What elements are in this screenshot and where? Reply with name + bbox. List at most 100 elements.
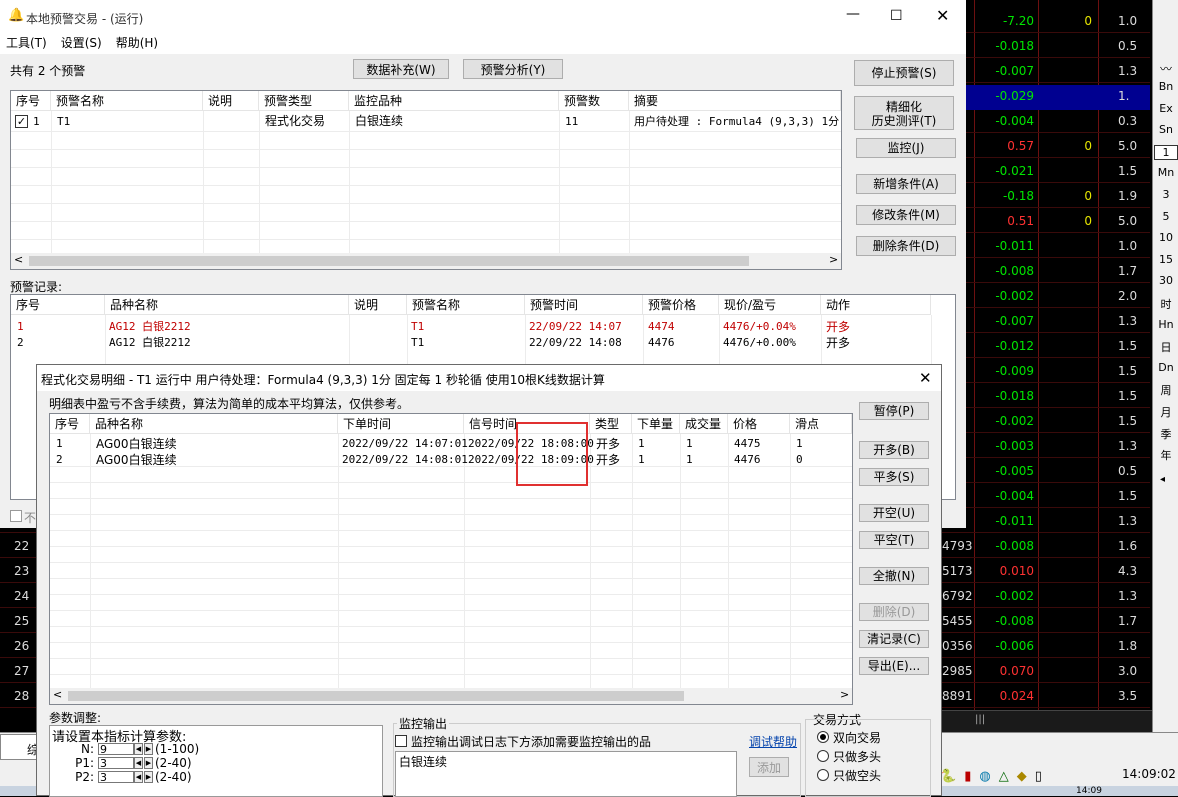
col-header[interactable]: 价格	[728, 414, 790, 434]
menu-settings[interactable]: 设置(S)	[61, 34, 102, 54]
param-input[interactable]: 3	[98, 757, 134, 769]
clear-records-button[interactable]: 清记录(C)	[859, 630, 929, 648]
database-icon[interactable]: ▮	[964, 769, 971, 784]
maximize-icon[interactable]: ☐	[890, 8, 903, 24]
period-button[interactable]: Hn	[1154, 318, 1178, 331]
period-button[interactable]: Sn	[1154, 123, 1178, 136]
period-button[interactable]: 3	[1154, 188, 1178, 201]
globe-icon[interactable]: ◍	[979, 769, 990, 784]
data-supplement-button[interactable]: 数据补充(W)	[353, 59, 449, 79]
horizontal-scrollbar[interactable]: < >	[11, 253, 841, 269]
scroll-thumb[interactable]	[68, 691, 684, 701]
col-header[interactable]: 序号	[11, 295, 105, 315]
bg-scroll-thumb[interactable]: |||	[975, 714, 1005, 728]
collapse-icon[interactable]: ◂	[1160, 474, 1165, 485]
add-button[interactable]: 添加	[749, 757, 789, 777]
col-header[interactable]: 下单量	[632, 414, 680, 434]
col-header[interactable]: 现价/盈亏	[719, 295, 821, 315]
menu-help[interactable]: 帮助(H)	[116, 34, 158, 54]
minimize-icon[interactable]: —	[846, 6, 860, 22]
col-header[interactable]: 序号	[11, 91, 51, 111]
add-condition-button[interactable]: 新增条件(A)	[856, 174, 956, 194]
param-input[interactable]: 3	[98, 771, 134, 783]
cancel-all-button[interactable]: 全撤(N)	[859, 567, 929, 585]
close-short-button[interactable]: 平空(T)	[859, 531, 929, 549]
col-header[interactable]: 成交量	[680, 414, 728, 434]
col-header[interactable]: 摘要	[629, 91, 841, 111]
col-header[interactable]: 下单时间	[338, 414, 464, 434]
col-header[interactable]: 品种名称	[105, 295, 349, 315]
period-button[interactable]: 时	[1154, 296, 1178, 312]
period-button[interactable]: Dn	[1154, 361, 1178, 374]
scroll-thumb[interactable]	[29, 256, 749, 266]
python-icon[interactable]: 🐍	[940, 769, 956, 784]
col-header[interactable]: 预警名称	[51, 91, 203, 111]
col-header[interactable]: 预警名称	[407, 295, 525, 315]
decrement-icon[interactable]: ◀	[134, 757, 143, 769]
period-button[interactable]: 周	[1154, 382, 1178, 398]
menu-tools[interactable]: 工具(T)	[6, 34, 47, 54]
period-button[interactable]: 日	[1154, 339, 1178, 355]
col-header[interactable]: 预警数	[559, 91, 629, 111]
bell-icon[interactable]: △	[999, 769, 1009, 784]
stop-alert-button[interactable]: 停止预警(S)	[854, 60, 954, 86]
col-header[interactable]: 预警价格	[643, 295, 719, 315]
period-button[interactable]: 5	[1154, 210, 1178, 223]
checkbox[interactable]	[10, 510, 22, 522]
close-long-button[interactable]: 平多(S)	[859, 468, 929, 486]
table-row[interactable]: ✓ 1 T1 程式化交易 白银连续 11 用户待处理 : Formula4 (9…	[11, 113, 841, 131]
scroll-left-icon[interactable]: <	[53, 688, 62, 701]
radio-button[interactable]	[817, 750, 829, 762]
refined-backtest-button[interactable]: 精细化 历史测评(T)	[854, 96, 954, 130]
period-button[interactable]: Bn	[1154, 80, 1178, 93]
col-header[interactable]: 序号	[50, 414, 90, 434]
radio-button[interactable]	[817, 731, 829, 743]
table-row[interactable]: 2 AG12 白银2212 T1 22/09/22 14:08 4476 4476/+0.…	[11, 335, 955, 351]
col-header[interactable]: 说明	[203, 91, 259, 111]
scroll-right-icon[interactable]: >	[840, 688, 849, 701]
line-chart-icon[interactable]: 〰	[1160, 60, 1172, 77]
period-button[interactable]: 年	[1154, 447, 1178, 463]
monitor-button[interactable]: 监控(J)	[856, 138, 956, 158]
table-row[interactable]: 1 AG00白银连续 2022/09/22 14:07:01 2022/09/22 1…	[50, 436, 852, 452]
decrement-icon[interactable]: ◀	[134, 743, 143, 755]
monitor-checkbox[interactable]	[395, 735, 407, 747]
horizontal-scrollbar[interactable]: < >	[50, 688, 852, 704]
period-button[interactable]: 季	[1154, 426, 1178, 442]
alert-analysis-button[interactable]: 预警分析(Y)	[463, 59, 563, 79]
period-button[interactable]: Ex	[1154, 102, 1178, 115]
col-header[interactable]: 类型	[590, 414, 632, 434]
col-header[interactable]: 说明	[349, 295, 407, 315]
open-long-button[interactable]: 开多(B)	[859, 441, 929, 459]
table-row[interactable]: 2 AG00白银连续 2022/09/22 14:08:01 2022/09/22 1…	[50, 452, 852, 468]
open-short-button[interactable]: 开空(U)	[859, 504, 929, 522]
increment-icon[interactable]: ▶	[144, 771, 153, 783]
pause-button[interactable]: 暂停(P)	[859, 402, 929, 420]
monitor-input[interactable]: 白银连续	[395, 751, 737, 797]
increment-icon[interactable]: ▶	[144, 757, 153, 769]
col-header[interactable]: 监控品种	[349, 91, 559, 111]
param-input[interactable]: 9	[98, 743, 134, 755]
period-button[interactable]: 10	[1154, 231, 1178, 244]
export-button[interactable]: 导出(E)...	[859, 657, 929, 675]
col-header[interactable]: 动作	[821, 295, 931, 315]
decrement-icon[interactable]: ◀	[134, 771, 143, 783]
edit-condition-button[interactable]: 修改条件(M)	[856, 205, 956, 225]
period-button[interactable]: 30	[1154, 274, 1178, 287]
close-icon[interactable]: ✕	[936, 6, 949, 25]
col-header[interactable]: 预警类型	[259, 91, 349, 111]
document-icon[interactable]: ▯	[1035, 769, 1042, 784]
increment-icon[interactable]: ▶	[144, 743, 153, 755]
col-header[interactable]: 品种名称	[90, 414, 338, 434]
row-checkbox[interactable]: ✓	[15, 115, 28, 128]
radio-button[interactable]	[817, 769, 829, 781]
period-button[interactable]: 15	[1154, 253, 1178, 266]
col-header[interactable]: 滑点	[790, 414, 852, 434]
close-icon[interactable]: ✕	[919, 369, 932, 387]
scroll-right-icon[interactable]: >	[829, 253, 838, 266]
period-button[interactable]: 1	[1154, 144, 1178, 160]
ticket-icon[interactable]: ◆	[1017, 769, 1027, 784]
col-header[interactable]: 预警时间	[525, 295, 643, 315]
period-button[interactable]: 月	[1154, 404, 1178, 420]
delete-condition-button[interactable]: 删除条件(D)	[856, 236, 956, 256]
